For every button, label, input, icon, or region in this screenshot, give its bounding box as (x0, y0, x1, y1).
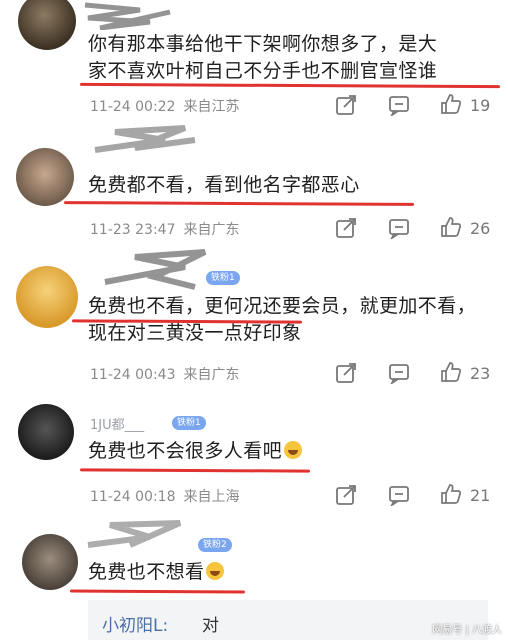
fan-badge: 铁粉2 (198, 538, 232, 552)
comment-line-1: 免费也不看，更何况还要会员，就更加不看， (88, 295, 477, 317)
username-redaction (87, 520, 182, 548)
like-icon[interactable] (440, 483, 462, 505)
comment-meta: 11-24 00:18 来自上海 (90, 486, 239, 506)
comment-text: 免费也不会很多人看吧 (88, 438, 303, 465)
comment-icon[interactable] (388, 484, 410, 506)
avatar[interactable] (18, 404, 74, 460)
reply-text: 对 (202, 616, 219, 636)
avatar[interactable] (16, 266, 78, 328)
comment-location: 来自江苏 (183, 99, 240, 115)
reply-preview[interactable]: 小初阳L: 对 (88, 600, 488, 640)
share-icon[interactable] (335, 362, 357, 384)
comment-date: 11-24 00:18 (90, 489, 176, 505)
username-redaction (84, 2, 171, 30)
like-icon[interactable] (440, 361, 462, 383)
comment-location: 来自广东 (183, 222, 240, 238)
comment-line-2: 现在对三黄没一点好印象 (88, 322, 302, 344)
like-count: 19 (470, 96, 491, 115)
comment-meta: 11-23 23:47 来自广东 (90, 219, 239, 239)
fan-badge: 铁粉1 (206, 271, 240, 285)
highlight-underline (69, 589, 246, 594)
comment-line-1: 免费也不会很多人看吧 (88, 438, 303, 465)
like-count: 21 (470, 486, 491, 505)
comment-date: 11-24 00:43 (90, 367, 176, 383)
share-icon[interactable] (335, 94, 357, 116)
username-redaction (94, 125, 196, 153)
comment-text: 免费都不看，看到他名字都恶心 (88, 172, 360, 199)
comment-date: 11-23 23:47 (90, 222, 176, 238)
comment-line-1: 免费都不看，看到他名字都恶心 (88, 174, 360, 196)
comment-line-2: 家不喜欢叶柯自己不分手也不删官宣怪谁 (88, 60, 438, 82)
like-icon[interactable] (440, 216, 462, 238)
comment-icon[interactable] (388, 94, 410, 116)
comment-meta: 11-24 00:22 来自江苏 (90, 96, 239, 116)
comment-location: 来自广东 (183, 367, 240, 383)
share-icon[interactable] (335, 484, 357, 506)
share-icon[interactable] (335, 217, 357, 239)
username[interactable]: 1JU都___ (90, 414, 144, 433)
comment-line-1: 免费也不想看 (88, 559, 225, 586)
comment-date: 11-24 00:22 (90, 99, 176, 115)
comment-text: 免费也不想看 (88, 559, 225, 586)
like-count: 26 (470, 219, 491, 238)
comment-line-1: 你有那本事给他干下架啊你想多了，是大 (88, 33, 438, 55)
laugh-emoji-icon (206, 562, 225, 580)
highlight-underline (63, 201, 415, 206)
like-count: 23 (470, 364, 491, 383)
avatar[interactable] (22, 534, 78, 590)
like-icon[interactable] (440, 93, 462, 115)
laugh-emoji-icon (284, 441, 303, 459)
comment-location: 来自上海 (183, 489, 240, 505)
comment-icon[interactable] (388, 217, 410, 239)
comment-text: 你有那本事给他干下架啊你想多了，是大 家不喜欢叶柯自己不分手也不删官宣怪谁 (88, 31, 437, 85)
comment-meta: 11-24 00:43 来自广东 (90, 364, 239, 384)
username-redaction (104, 249, 207, 290)
avatar[interactable] (16, 148, 74, 206)
avatar[interactable] (18, 0, 76, 50)
comment-icon[interactable] (388, 362, 410, 384)
fan-badge: 铁粉1 (172, 416, 206, 430)
watermark: 网易号 | 八渡人 (432, 625, 502, 636)
reply-username[interactable]: 小初阳L: (102, 611, 168, 636)
highlight-underline (79, 468, 311, 473)
